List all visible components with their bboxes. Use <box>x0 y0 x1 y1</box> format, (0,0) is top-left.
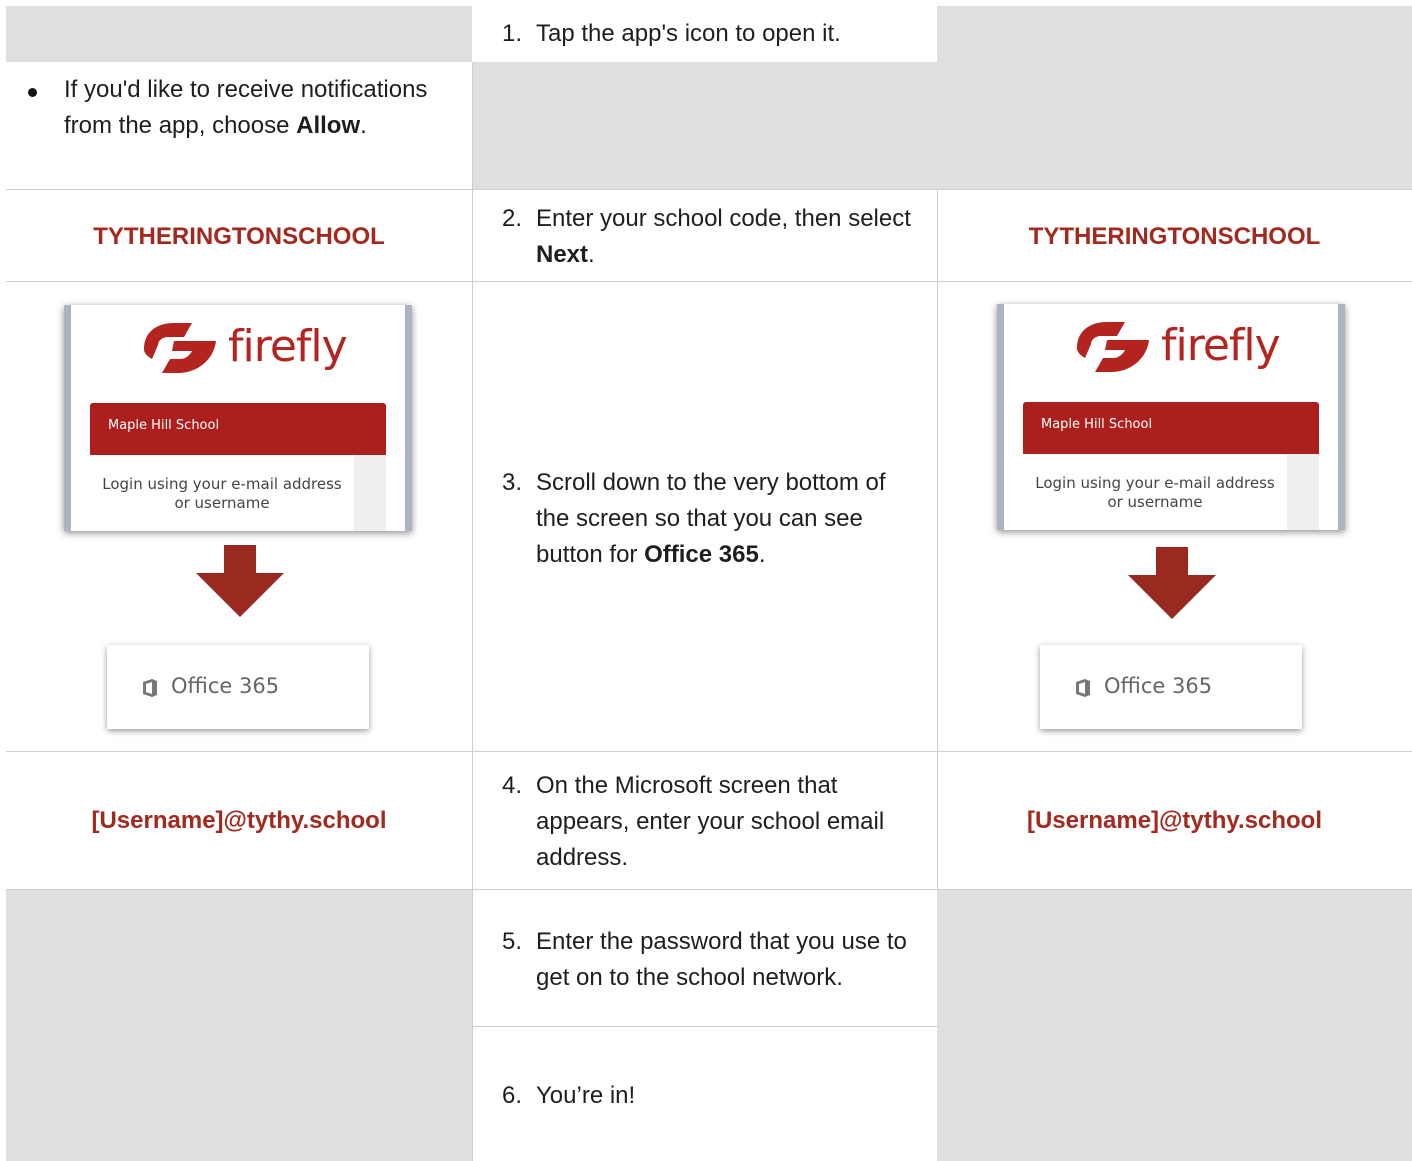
divider <box>937 190 938 890</box>
firefly-login-panel: Maple Hill School Login using your e-mai… <box>90 403 386 531</box>
office-icon <box>1076 679 1090 697</box>
cell-r6-left <box>6 890 472 1161</box>
step-6: 6. You’re in! <box>502 1082 636 1109</box>
divider <box>6 751 1412 752</box>
firefly-screenshot-left: firefly Maple Hill School Login using yo… <box>64 305 412 531</box>
firefly-logo: firefly <box>140 319 348 379</box>
step-3: 3. Scroll down to the very bottom of the… <box>502 469 886 568</box>
divider <box>6 189 1412 190</box>
firefly-logo-icon <box>144 323 216 373</box>
office-365-button-image: Office 365 <box>1040 645 1302 729</box>
divider <box>472 1026 937 1027</box>
firefly-screenshot-right: firefly Maple Hill School Login using yo… <box>997 304 1345 530</box>
firefly-logo: firefly <box>1073 318 1281 378</box>
cell-r2-mid <box>472 62 937 190</box>
down-arrow-icon <box>196 545 284 617</box>
notifications-bullet: If you'd like to receive notifications f… <box>28 72 428 144</box>
login-instruction: Login using your e-mail address or usern… <box>1035 474 1275 511</box>
bullet-dot <box>28 88 37 97</box>
firefly-logo-icon <box>1077 322 1149 372</box>
step-4: 4. On the Microsoft screen that appears,… <box>502 772 885 871</box>
divider <box>6 889 1412 890</box>
cell-r1-left <box>6 6 472 62</box>
divider <box>6 281 1412 282</box>
step-2: 2. Enter your school code, then select N… <box>502 205 911 268</box>
cell-r1-right <box>937 6 1412 190</box>
email-format-right: [Username]@tythy.school <box>1026 807 1323 834</box>
step-1: 1. Tap the app's icon to open it. <box>502 20 841 47</box>
cell-r6-right <box>937 890 1412 1161</box>
firefly-login-panel: Maple Hill School Login using your e-mai… <box>1023 402 1319 530</box>
email-format-left: [Username]@tythy.school <box>91 807 387 834</box>
school-code-right: TYTHERINGTONSCHOOL <box>1028 223 1321 250</box>
login-instruction: Login using your e-mail address or usern… <box>102 475 342 512</box>
down-arrow-icon <box>1128 547 1216 619</box>
office-icon <box>143 679 157 697</box>
step-5: 5. Enter the password that you use to ge… <box>502 928 907 991</box>
office-365-button-image: Office 365 <box>107 645 369 729</box>
divider <box>472 62 473 1161</box>
school-code-left: TYTHERINGTONSCHOOL <box>93 223 385 250</box>
